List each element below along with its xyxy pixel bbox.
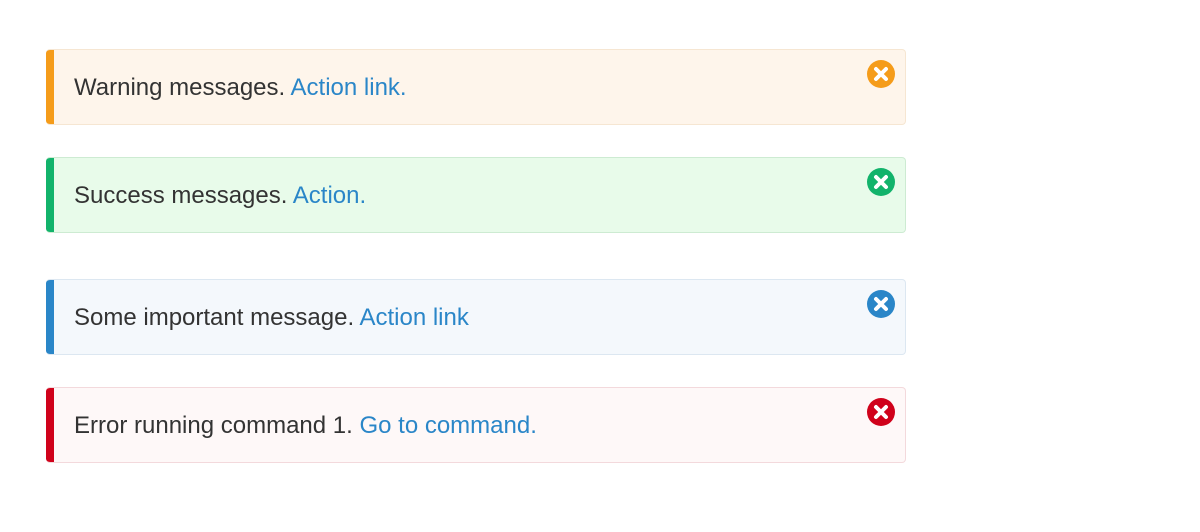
alert-warning-close-button[interactable] bbox=[867, 60, 895, 88]
close-circle-icon bbox=[867, 398, 895, 426]
alert-success-action-link[interactable]: Action. bbox=[293, 182, 366, 209]
alert-success-close-button[interactable] bbox=[867, 168, 895, 196]
close-circle-icon bbox=[867, 168, 895, 196]
alert-error-text: Error running command 1. Go to command. bbox=[74, 388, 537, 462]
alert-info-text: Some important message. Action link bbox=[74, 280, 469, 354]
alert-warning-message: Warning messages. bbox=[74, 74, 286, 101]
alert-warning: Warning messages. Action link. bbox=[46, 49, 906, 125]
alert-error-message: Error running command 1. bbox=[74, 412, 353, 439]
alert-info-accent-bar bbox=[46, 280, 54, 354]
alert-success-text: Success messages. Action. bbox=[74, 158, 366, 232]
close-circle-icon bbox=[867, 60, 895, 88]
alert-warning-text: Warning messages. Action link. bbox=[74, 50, 407, 124]
alert-success-message: Success messages. bbox=[74, 182, 288, 209]
alert-error-close-button[interactable] bbox=[867, 398, 895, 426]
alert-error: Error running command 1. Go to command. bbox=[46, 387, 906, 463]
alert-error-action-link[interactable]: Go to command. bbox=[359, 412, 536, 439]
alert-info-close-button[interactable] bbox=[867, 290, 895, 318]
alert-warning-action-link[interactable]: Action link. bbox=[291, 74, 407, 101]
alert-info-message: Some important message. bbox=[74, 304, 355, 331]
alert-info-action-link[interactable]: Action link bbox=[359, 304, 468, 331]
alert-success: Success messages. Action. bbox=[46, 157, 906, 233]
alert-error-accent-bar bbox=[46, 388, 54, 462]
alert-warning-accent-bar bbox=[46, 50, 54, 124]
alert-success-accent-bar bbox=[46, 158, 54, 232]
close-circle-icon bbox=[867, 290, 895, 318]
alert-info: Some important message. Action link bbox=[46, 279, 906, 355]
